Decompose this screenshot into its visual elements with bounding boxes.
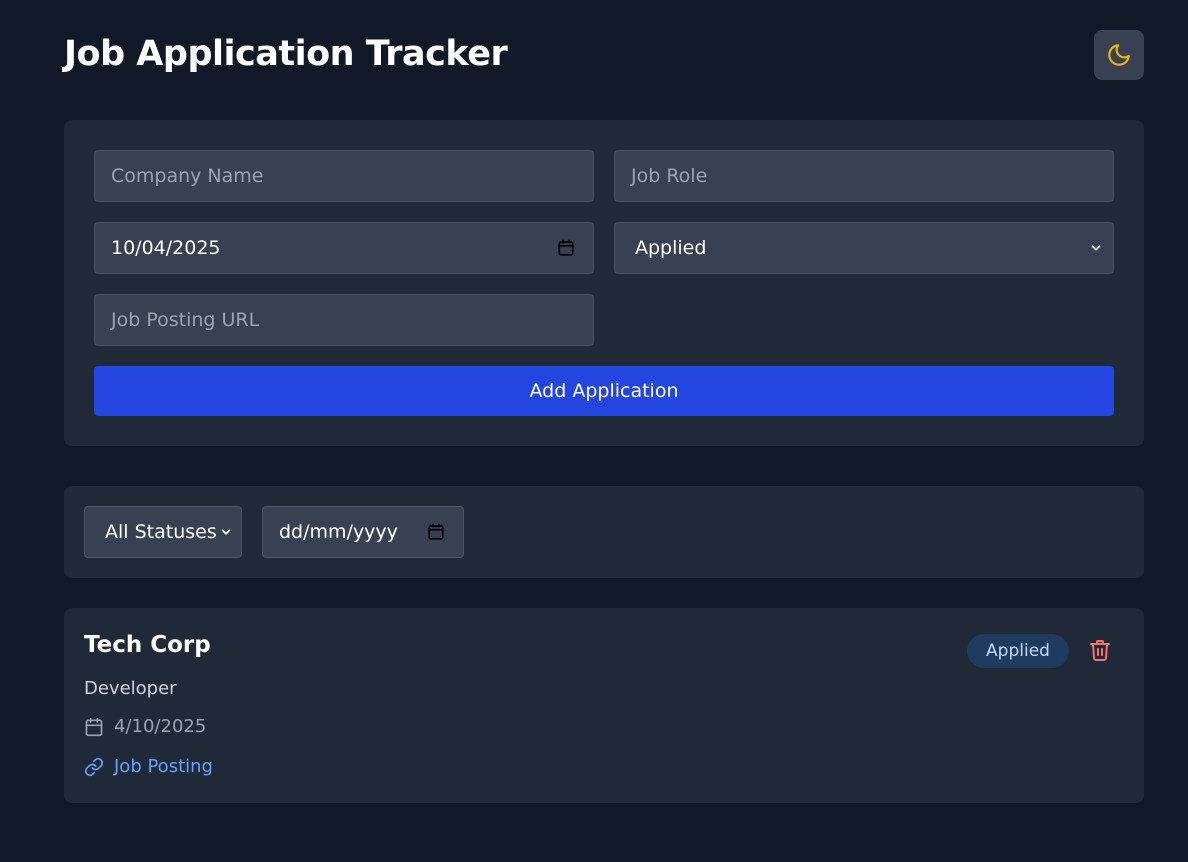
date-filter-input[interactable]: dd/mm/yyyy xyxy=(262,506,464,558)
application-date-row: 4/10/2025 xyxy=(84,716,206,737)
company-name-input[interactable]: Company Name xyxy=(94,150,594,202)
add-application-form: Company Name Job Role 10/04/2025 Applied… xyxy=(64,120,1144,446)
status-select[interactable]: Applied xyxy=(614,222,1114,274)
job-role-placeholder: Job Role xyxy=(631,165,708,187)
application-date: 4/10/2025 xyxy=(114,716,207,737)
moon-icon xyxy=(1106,42,1132,68)
status-select-value: Applied xyxy=(635,237,707,259)
status-filter-select[interactable]: All Statuses xyxy=(84,506,242,558)
application-company: Tech Corp xyxy=(84,632,211,658)
link-icon xyxy=(84,757,104,777)
filter-bar: All Statuses dd/mm/yyyy xyxy=(64,486,1144,578)
job-posting-url-input[interactable]: Job Posting URL xyxy=(94,294,594,346)
page-title: Job Application Tracker xyxy=(64,34,508,74)
trash-icon xyxy=(1088,638,1112,662)
job-posting-link[interactable]: Job Posting xyxy=(84,756,213,777)
job-posting-url-placeholder: Job Posting URL xyxy=(111,309,260,331)
application-date-value: 10/04/2025 xyxy=(111,237,221,259)
calendar-icon[interactable] xyxy=(557,239,575,257)
status-filter-value: All Statuses xyxy=(105,521,217,543)
application-role: Developer xyxy=(84,678,177,699)
job-role-input[interactable]: Job Role xyxy=(614,150,1114,202)
chevron-down-icon xyxy=(1089,241,1103,255)
status-badge: Applied xyxy=(967,634,1069,668)
date-filter-placeholder: dd/mm/yyyy xyxy=(279,521,398,543)
calendar-icon xyxy=(84,717,104,737)
application-card: Tech Corp Developer 4/10/2025 Job Postin… xyxy=(64,608,1144,803)
delete-button[interactable] xyxy=(1088,638,1112,662)
add-application-button[interactable]: Add Application xyxy=(94,366,1114,416)
application-date-input[interactable]: 10/04/2025 xyxy=(94,222,594,274)
theme-toggle-button[interactable] xyxy=(1094,30,1144,80)
calendar-icon[interactable] xyxy=(427,523,445,541)
job-posting-link-label: Job Posting xyxy=(114,756,213,777)
app-root: Job Application Tracker Company Name Job… xyxy=(0,0,1188,862)
chevron-down-icon xyxy=(219,525,233,539)
company-name-placeholder: Company Name xyxy=(111,165,264,187)
